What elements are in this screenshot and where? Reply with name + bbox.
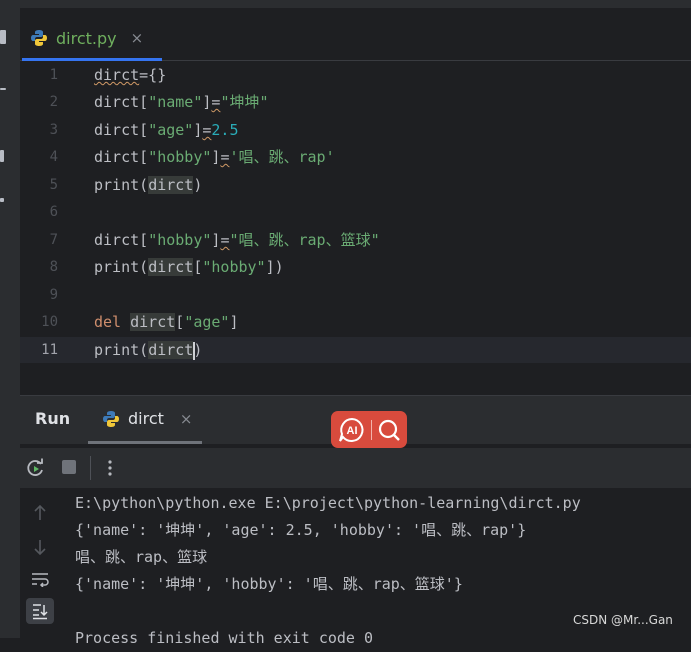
line-number: 6 [49,204,58,220]
stop-icon[interactable] [62,460,76,474]
run-panel-title: Run [35,409,71,428]
code-line-4: dirct["hobby"]='唱、跳、rap' [94,148,335,166]
editor-tab-bar: dirct.py × [20,8,691,61]
line-number: 3 [49,122,58,138]
line-number: 4 [49,149,58,165]
python-file-icon [103,410,119,427]
search-icon [378,419,400,441]
arrow-up-icon[interactable] [32,504,48,522]
console-line: 唱、跳、rap、篮球 [75,548,208,566]
soft-wrap-icon[interactable] [30,571,50,587]
code-line-10: del dirct["age"] [94,313,239,331]
code-editor[interactable]: 1 2 3 4 5 6 7 8 9 10 11 dirct={} dirct["… [20,61,691,364]
line-number-gutter: 1 2 3 4 5 6 7 8 9 10 11 [20,61,80,363]
console-line: {'name': '坤坤', 'hobby': '唱、跳、rap、篮球'} [75,575,463,593]
line-number: 5 [49,177,58,193]
tool-window-icon[interactable] [0,88,6,90]
watermark-text: CSDN @Mr...Gan [573,613,673,627]
console-line: E:\python\python.exe E:\project\python-l… [75,494,581,512]
line-number: 7 [49,232,58,248]
code-line-7: dirct["hobby"]="唱、跳、rap、篮球" [94,231,380,249]
badge-divider [370,419,372,440]
line-number: 1 [49,67,58,83]
scroll-to-end-button[interactable] [26,598,54,624]
more-vert-icon[interactable] [102,458,118,478]
ai-search-badge[interactable]: AI [331,411,407,448]
rerun-icon[interactable] [26,458,46,478]
console-line: {'name': '坤坤', 'age': 2.5, 'hobby': '唱、跳… [75,521,527,539]
close-icon[interactable]: × [180,410,193,428]
ai-icon-text: AI [346,425,357,437]
line-number: 11 [41,342,58,358]
tool-window-icon[interactable] [0,150,4,162]
editor-bottom-space [20,363,691,396]
ai-icon: AI [338,417,363,442]
close-icon[interactable]: × [131,29,144,47]
editor-tab-dirct[interactable]: dirct.py × [30,20,143,56]
line-number: 10 [41,314,58,330]
editor-tab-label: dirct.py [56,28,117,48]
line-number: 9 [49,287,58,303]
window-top-strip [0,0,691,8]
active-run-tab-indicator [88,441,202,444]
code-line-5: print(dirct) [94,176,203,194]
left-tool-strip [0,8,21,638]
python-file-icon [31,30,47,46]
toolbar-divider [90,456,91,480]
console-line: Process finished with exit code 0 [75,629,374,647]
console-side-toolbar [20,488,60,638]
code-line-3: dirct["age"]=2.5 [94,121,239,139]
line-number: 2 [49,94,58,110]
run-toolbar [20,448,691,489]
code-line-1: dirct={} [94,66,167,84]
line-number: 8 [49,259,58,275]
code-line-8: print(dirct["hobby"]) [94,258,284,276]
run-tab-dirct[interactable]: dirct × [102,409,192,428]
tool-window-icon[interactable] [0,198,4,202]
code-line-2: dirct["name"]="坤坤" [94,93,269,111]
tool-window-icon[interactable] [0,30,6,44]
scroll-to-end-icon [33,604,48,620]
code-line-11: print(dirct) [94,341,203,360]
arrow-down-icon[interactable] [32,538,48,556]
run-tab-label: dirct [128,409,164,428]
